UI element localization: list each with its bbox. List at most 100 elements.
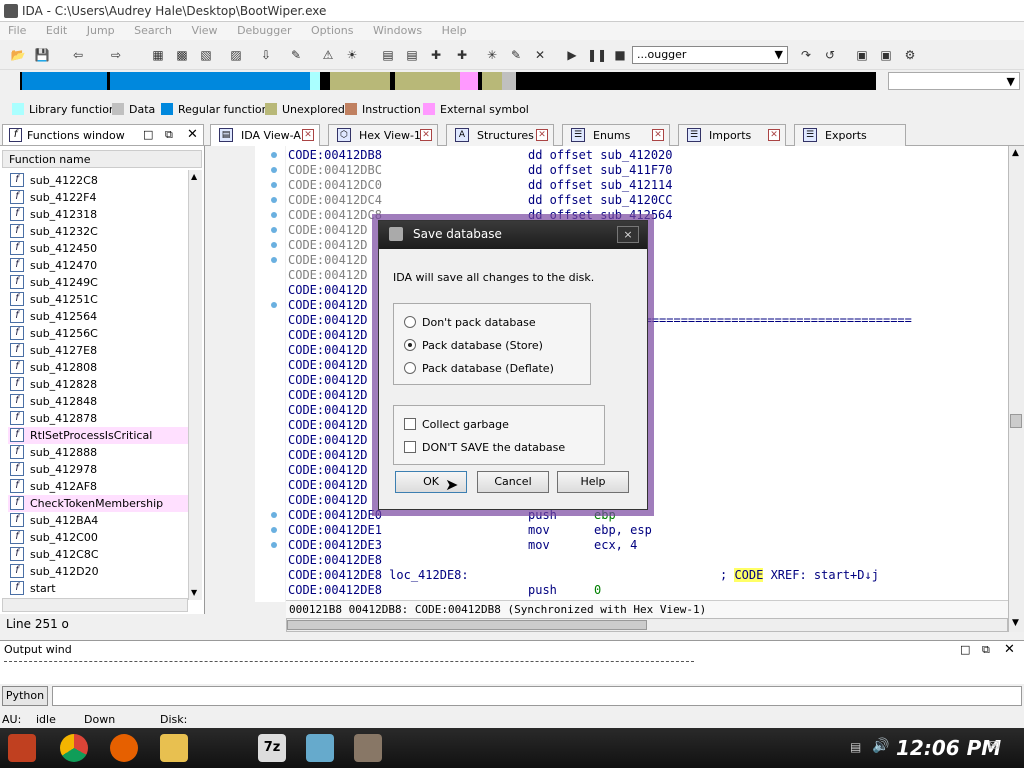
search-immediate-icon[interactable]: ▧ [196,45,216,65]
code-line[interactable]: CODE:00412DC4 dd offset sub_4120CC [288,193,673,208]
search-binary-icon[interactable]: ▦ [148,45,168,65]
scroll-down-icon[interactable]: ▼ [1012,618,1019,628]
code-line[interactable]: CODE:00412D I N E =======================… [288,313,912,328]
code-line[interactable]: CODE:00412D [288,373,367,388]
function-list-item[interactable]: f sub_412C8C [8,546,188,563]
function-list-item[interactable]: f sub_412470 [8,257,188,274]
function-list-item[interactable]: f sub_412564 [8,308,188,325]
step-into-icon[interactable]: ↷ [796,45,816,65]
graph-icon[interactable]: ▤ [378,45,398,65]
code-line[interactable]: CODE:00412D12D20 [288,283,630,298]
code-line[interactable]: CODE:00412DE8 [288,553,382,568]
forward-arrow-icon[interactable]: ⇨ [106,45,126,65]
function-list-item[interactable]: f sub_41232C [8,223,188,240]
function-list-item[interactable]: f sub_412888 [8,444,188,461]
code-line[interactable]: CODE:00412D [288,403,367,418]
menu-search[interactable]: Search [126,22,180,39]
function-list-item[interactable]: f sub_412848 [8,393,188,410]
watch-icon[interactable]: ▣ [876,45,896,65]
code-line[interactable]: CODE:00412D12251C [288,223,637,238]
clock[interactable]: 12:06 PM [896,736,1001,760]
chrome-icon[interactable] [60,734,88,762]
search-next-icon[interactable]: ▨ [226,45,246,65]
function-list-item[interactable]: f sub_4122C8 [8,172,188,189]
add-icon[interactable]: ✚ [426,45,446,65]
function-list-item[interactable]: f RtlSetProcessIsCritical [8,427,188,444]
open-folder-icon[interactable]: 📂 [8,45,28,65]
notification-icon[interactable]: ✉ [988,738,1000,754]
app-icon[interactable] [306,734,334,762]
code-line[interactable]: CODE:00412Dframe [288,343,630,358]
edit-icon[interactable]: ✎ [506,45,526,65]
code-line[interactable]: CODE:00412DE1 mov ebp, esp [288,523,652,538]
close-icon[interactable]: ✕ [652,129,664,141]
function-list-item[interactable]: f sub_41256C [8,325,188,342]
tab-hex-view-1[interactable]: ⬡ Hex View-1 ✕ [328,124,438,146]
step-over-icon[interactable]: ↺ [820,45,840,65]
code-hscrollbar[interactable] [286,618,1008,632]
code-line[interactable]: CODE:00412D [288,388,367,403]
code-line[interactable]: CODE:00412Dh [288,448,601,463]
menu-jump[interactable]: Jump [79,22,123,39]
checkbox-dont-save[interactable]: DON'T SAVE the database [404,441,565,454]
code-line[interactable]: CODE:00412DC0 dd offset sub_412114 [288,178,673,193]
code-line[interactable]: CODE:00412DBC dd offset sub_411F70 [288,163,673,178]
function-list-item[interactable]: f sub_412808 [8,359,188,376]
code-line[interactable]: CODE:00412D [288,328,367,343]
function-list-item[interactable]: f start [8,580,188,597]
code-line[interactable]: CODE:00412DE0 push ebp [288,508,616,523]
volume-icon[interactable]: 🔊 [872,738,889,754]
code-hscroll-thumb[interactable] [287,620,647,630]
ida-taskbar-icon[interactable] [354,734,382,762]
code-vscroll-thumb[interactable] [1010,414,1022,428]
menu-file[interactable]: File [0,22,34,39]
code-line[interactable]: CODE:00412DE3 mov ecx, 4 [288,538,637,553]
scroll-up-icon[interactable]: ▲ [1012,148,1019,158]
code-line[interactable]: CODE:00412D [288,493,367,508]
menu-windows[interactable]: Windows [365,22,430,39]
debugger-select[interactable]: ...ougger ▼ [632,46,788,64]
close-icon[interactable]: ✕ [768,129,780,141]
patch-icon[interactable]: ✎ [286,45,306,65]
close-icon[interactable]: ✕ [536,129,548,141]
stop-icon[interactable]: ■ [610,45,630,65]
tab-functions-window[interactable]: f Functions window □ ⧉ ✕ [2,124,204,146]
code-line[interactable]: CODE:00412Dh [288,433,601,448]
function-list-item[interactable]: f sub_412318 [8,206,188,223]
network-icon[interactable]: ▤ [850,740,861,754]
float-icon[interactable]: ⧉ [982,643,990,657]
function-list-item[interactable]: f sub_412AF8 [8,478,188,495]
firefox-icon[interactable] [110,734,138,762]
function-list-item[interactable]: f sub_41251C [8,291,188,308]
menu-view[interactable]: View [183,22,225,39]
menu-edit[interactable]: Edit [38,22,75,39]
cancel-button[interactable]: Cancel [477,471,549,493]
menu-options[interactable]: Options [303,22,361,39]
save-icon[interactable]: 💾 [32,45,52,65]
pause-icon[interactable]: ❚❚ [586,45,607,65]
menu-help[interactable]: Help [434,22,475,39]
code-line[interactable]: CODE:00412D12878 [288,238,630,253]
breakpoint-icon[interactable]: ▣ [852,45,872,65]
code-line[interactable]: CODE:00412Dh [288,463,601,478]
scroll-down-icon[interactable]: ▼ [191,588,197,597]
function-list-scrollbar[interactable]: ▲ ▼ [188,170,202,600]
close-icon[interactable]: ✕ [302,129,314,141]
start-button-icon[interactable] [8,734,36,762]
code-line[interactable]: CODE:00412D [288,268,367,283]
function-list-item[interactable]: f sub_41249C [8,274,188,291]
function-list-item[interactable]: f sub_412878 [8,410,188,427]
float-icon[interactable]: ⧉ [165,128,173,142]
code-line[interactable]: CODE:00412DC8 dd offset sub_412564 [288,208,673,223]
radio-pack-store[interactable]: Pack database (Store) [404,339,543,352]
radio-pack-deflate[interactable]: Pack database (Deflate) [404,362,554,375]
code-line[interactable]: CODE:00412Dh [288,478,601,493]
help-button[interactable]: Help [557,471,629,493]
function-list-item[interactable]: f sub_4122F4 [8,189,188,206]
dialog-close-button[interactable]: × [617,226,639,243]
checkbox-collect-garbage[interactable]: Collect garbage [404,418,509,431]
close-icon[interactable]: ✕ [420,129,432,141]
function-list-item[interactable]: f sub_412978 [8,461,188,478]
function-list-item[interactable]: f sub_412450 [8,240,188,257]
code-line[interactable]: CODE:00412D [288,418,367,433]
